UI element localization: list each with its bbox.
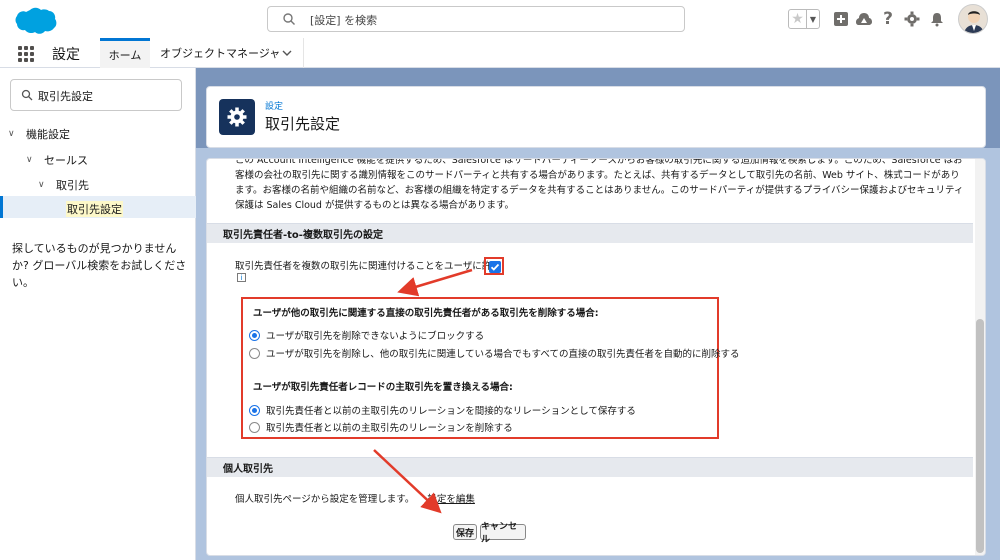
info-icon[interactable]: i <box>237 273 246 282</box>
tree-item-label: セールス <box>44 154 88 167</box>
tree-item-accounts[interactable]: ∨ 取引先 <box>38 177 89 193</box>
allow-multiple-accounts-label: 取引先責任者を複数の取引先に関連付けることをユーザに許可 <box>235 261 501 272</box>
tab-object-manager-label: オブジェクトマネージャ <box>160 47 281 60</box>
star-icon[interactable]: ★ <box>789 10 807 28</box>
radio-auto-delete[interactable]: ユーザが取引先を削除し、他の取引先に関連している場合でもすべての直接の取引先責任… <box>249 346 739 360</box>
allow-multiple-accounts-checkbox[interactable] <box>489 261 501 273</box>
section-header-person-accounts: 個人取引先 <box>207 457 973 477</box>
add-icon[interactable] <box>832 10 850 28</box>
breadcrumb[interactable]: 設定 <box>265 99 283 112</box>
search-icon <box>21 89 33 101</box>
tree-item-account-settings[interactable]: 取引先設定 <box>66 201 123 217</box>
radio-button[interactable] <box>249 404 260 416</box>
settings-content: この Account Intelligence 機能を提供するため、Salesf… <box>206 158 986 556</box>
highlight-box <box>484 257 504 275</box>
help-text: 探しているものが見つかりませんか? グローバル検索をお試しください。 <box>12 242 187 289</box>
tree-item-feature-settings[interactable]: ∨ 機能設定 <box>8 126 70 142</box>
replace-primary-question: ユーザが取引先責任者レコードの主取引先を置き換える場合: <box>253 382 513 393</box>
settings-gear-icon <box>219 99 255 135</box>
setup-sidebar: 取引先設定 ∨ 機能設定 ∨ セールス ∨ 取引先 取引先設定 探しているものが見つか… <box>0 68 196 560</box>
scrollbar-thumb[interactable] <box>976 319 984 553</box>
chevron-down-icon[interactable]: ∨ <box>8 129 18 139</box>
tree-item-label: 取引先 <box>56 179 89 192</box>
help-icon[interactable]: ? <box>879 9 897 29</box>
check-icon <box>490 263 500 271</box>
scrollbar[interactable] <box>975 159 985 555</box>
quick-find-input[interactable]: 取引先設定 <box>10 79 182 111</box>
bell-icon[interactable] <box>928 10 946 28</box>
tree-item-sales[interactable]: ∨ セールス <box>26 152 88 168</box>
salesforce-cloud-logo[interactable] <box>10 6 58 34</box>
radio-button[interactable] <box>249 329 260 341</box>
delete-account-question: ユーザが他の取引先に関連する直接の取引先責任者がある取引先を削除する場合: <box>253 308 599 319</box>
favorites-button[interactable]: ★ ▼ <box>788 9 820 29</box>
tab-home[interactable]: ホーム <box>100 38 150 68</box>
radio-button[interactable] <box>249 347 260 359</box>
radio-label: 取引先責任者と以前の主取引先のリレーションを削除する <box>266 423 513 434</box>
search-placeholder: [設定] を検索 <box>310 14 378 27</box>
section-header-contacts-multiple-accounts: 取引先責任者-to-複数取引先の設定 <box>207 223 973 243</box>
app-name: 設定 <box>52 47 80 63</box>
person-account-description: 個人取引先ページから設定を管理します。 <box>235 494 415 505</box>
app-launcher-icon[interactable] <box>18 46 34 62</box>
main-area: 設定 取引先設定 この Account Intelligence 機能を提供する… <box>196 68 1000 560</box>
chevron-down-icon[interactable]: ▼ <box>807 10 819 28</box>
page-title: 取引先設定 <box>265 115 341 133</box>
chevron-down-icon[interactable] <box>281 47 293 59</box>
global-header: [設定] を検索 ★ ▼ ? <box>0 0 1000 38</box>
person-account-text: 個人取引先ページから設定を管理します。 設定を編集 <box>235 491 475 505</box>
intro-text: この Account Intelligence 機能を提供するため、Salesf… <box>235 158 964 211</box>
radio-remove-relation[interactable]: 取引先責任者と以前の主取引先のリレーションを削除する <box>249 420 513 434</box>
radio-keep-indirect[interactable]: 取引先責任者と以前の主取引先のリレーションを間接的なリレーションとして保存する <box>249 403 636 417</box>
search-icon <box>283 13 295 25</box>
avatar[interactable] <box>958 4 988 34</box>
cancel-button[interactable]: キャンセル <box>480 522 526 545</box>
quick-find-value: 取引先設定 <box>38 90 93 103</box>
chevron-down-icon[interactable]: ∨ <box>26 155 36 165</box>
radio-block-delete[interactable]: ユーザが取引先を削除できないようにブロックする <box>249 328 484 342</box>
app-navbar: 設定 ホーム オブジェクトマネージャ <box>0 38 1000 68</box>
tree-item-label: 機能設定 <box>26 128 70 141</box>
page-header: 設定 取引先設定 <box>206 86 986 148</box>
global-search-input[interactable]: [設定] を検索 <box>267 6 685 32</box>
radio-label: ユーザが取引先を削除できないようにブロックする <box>266 331 485 342</box>
trailhead-icon[interactable] <box>855 10 873 28</box>
edit-settings-link[interactable]: 設定を編集 <box>427 494 475 505</box>
gear-icon[interactable] <box>903 10 921 28</box>
radio-label: 取引先責任者と以前の主取引先のリレーションを間接的なリレーションとして保存する <box>266 406 636 417</box>
chevron-down-icon[interactable]: ∨ <box>38 180 48 190</box>
tab-object-manager[interactable]: オブジェクトマネージャ <box>150 38 304 68</box>
radio-button[interactable] <box>249 421 260 433</box>
save-button[interactable]: 保存 <box>453 524 477 540</box>
radio-label: ユーザが取引先を削除し、他の取引先に関連している場合でもすべての直接の取引先責任… <box>266 349 740 360</box>
